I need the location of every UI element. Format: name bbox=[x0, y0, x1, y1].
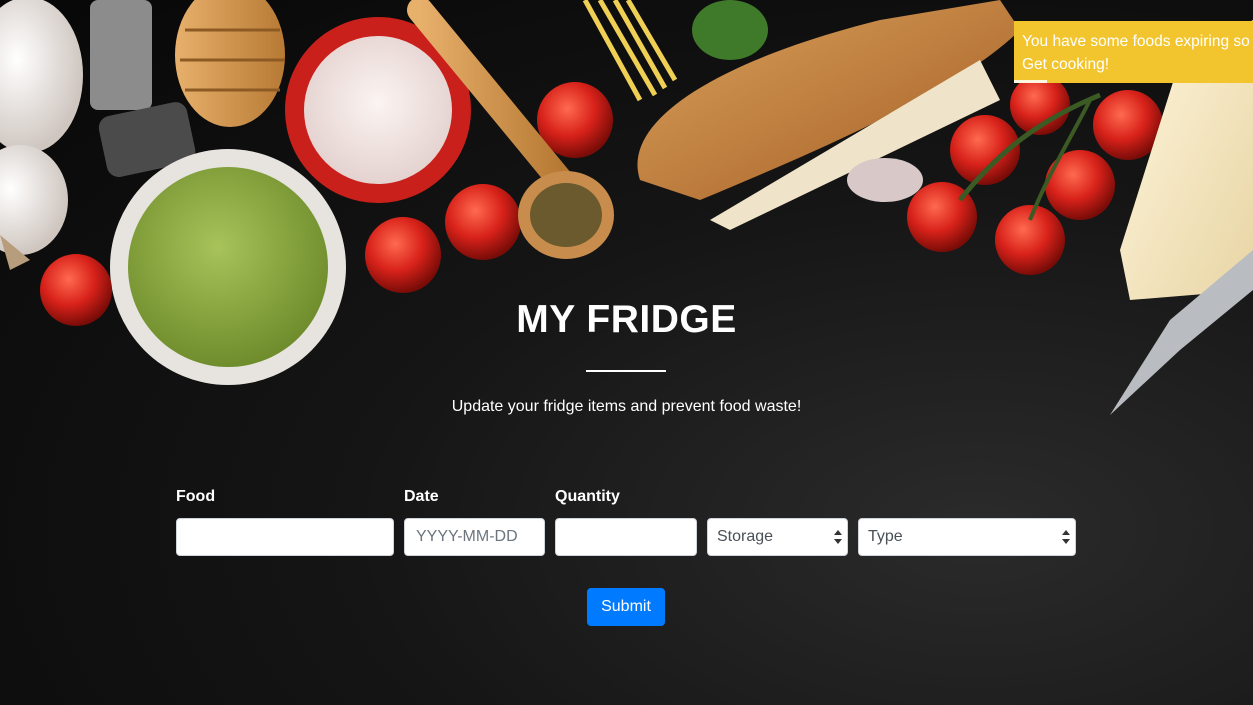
date-input[interactable] bbox=[404, 518, 545, 556]
title-divider bbox=[586, 370, 666, 372]
page-subtitle: Update your fridge items and prevent foo… bbox=[451, 398, 802, 415]
submit-button[interactable]: Submit bbox=[587, 588, 665, 626]
food-label: Food bbox=[176, 488, 216, 505]
toast-progress-bar bbox=[1014, 80, 1048, 83]
storage-select[interactable]: Storage bbox=[707, 518, 848, 556]
select-arrows-icon bbox=[1062, 530, 1070, 544]
food-input[interactable] bbox=[176, 518, 394, 556]
date-label: Date bbox=[404, 488, 439, 505]
storage-select-value: Storage bbox=[717, 528, 774, 545]
page: You have some foods expiring so Get cook… bbox=[0, 0, 1253, 705]
toast-line-2: Get cooking! bbox=[1022, 56, 1110, 73]
quantity-input[interactable] bbox=[555, 518, 697, 556]
type-select[interactable]: Type bbox=[858, 518, 1076, 556]
toast-line-1: You have some foods expiring so bbox=[1022, 33, 1250, 50]
toast-message: You have some foods expiring so Get cook… bbox=[1022, 30, 1250, 76]
select-arrows-icon bbox=[834, 530, 842, 544]
type-select-value: Type bbox=[868, 528, 903, 545]
quantity-label: Quantity bbox=[555, 488, 620, 505]
page-title: MY FRIDGE bbox=[516, 298, 737, 341]
expiry-toast[interactable]: You have some foods expiring so Get cook… bbox=[1014, 21, 1253, 83]
